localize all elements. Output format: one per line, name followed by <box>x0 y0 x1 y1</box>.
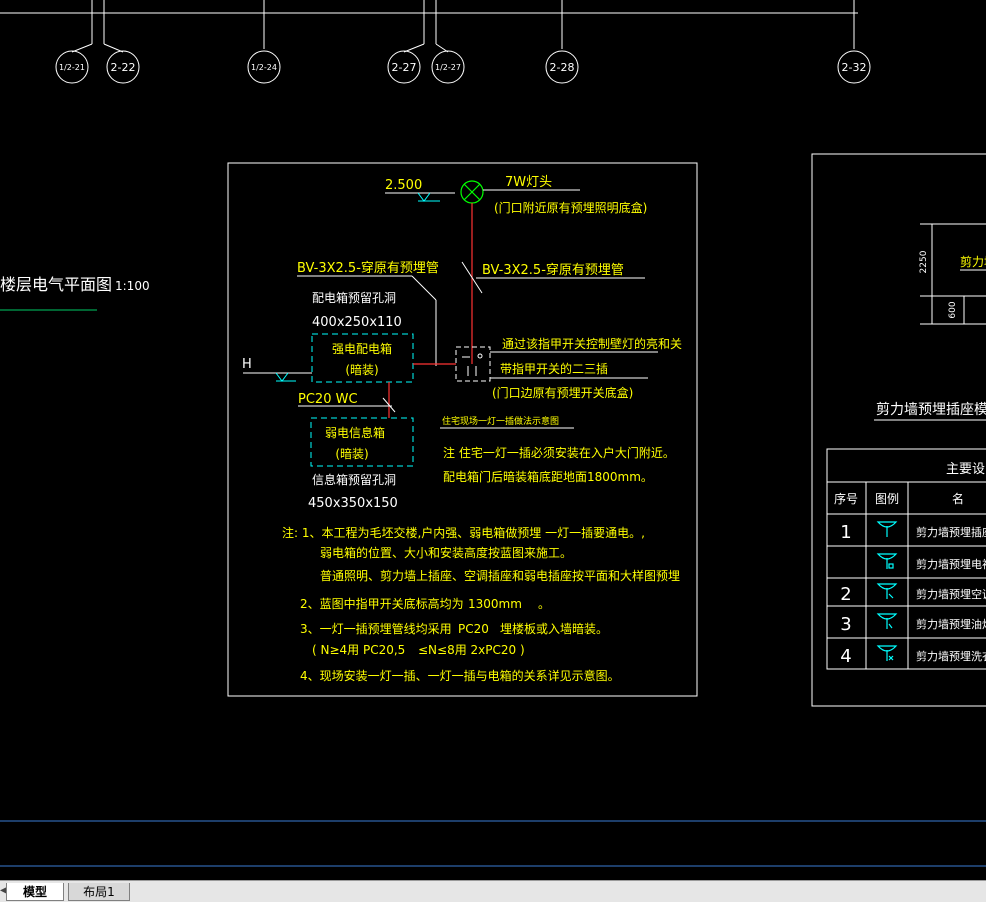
weak-box-mode: (暗装) <box>335 446 368 461</box>
switch-socket-symbol <box>455 346 491 382</box>
axis-label: 1/2-24 <box>251 63 277 72</box>
info-hole-label: 信息箱预留孔洞 <box>312 472 396 487</box>
socket-label: 剪力墙 <box>960 254 986 269</box>
legend-hood-socket-icon <box>876 613 898 629</box>
table-row-name: 剪力墙预埋洗衣 <box>916 649 986 663</box>
legend-washer-socket-icon <box>876 645 898 661</box>
switch-note-3: (门口边原有预埋开关底盒) <box>492 385 633 400</box>
weak-box-label: 弱电信息箱 <box>325 425 385 440</box>
level-h: H <box>242 357 252 372</box>
note-line: ( N≥4用 PC20,5 <box>312 643 405 657</box>
note-line: 普通照明、剪力墙上插座、空调插座和弱电插座按平面和大样图预埋 <box>320 568 680 583</box>
table-row-name: 剪力墙预埋油烟 <box>916 617 986 631</box>
table-header: 名 <box>952 491 964 506</box>
note-line: 2、蓝图中指甲开关底标高均为 <box>300 596 464 611</box>
wire-right-label: BV-3X2.5-穿原有预埋管 <box>482 262 624 278</box>
axis-label: 1/2-21 <box>59 63 85 72</box>
axis-label: 2-32 <box>842 61 867 74</box>
layout-tab-bar: ◀ 模型 布局1 <box>0 880 986 902</box>
model-title: 剪力墙预埋插座模型 <box>876 402 986 418</box>
install-note-1: 注 住宅一灯一插必须安装在入户大门附近。 <box>443 445 675 460</box>
cad-drawing: 1/2-21 2-22 1/2-24 2-27 1/2-27 2-28 2-32… <box>0 0 986 867</box>
axis-label: 1/2-27 <box>435 63 461 72</box>
strong-box-label: 强电配电箱 <box>332 341 392 356</box>
wire-left-label: BV-3X2.5-穿原有预埋管 <box>297 260 439 276</box>
lamp-label: 7W灯头 <box>505 175 552 190</box>
detail-frame <box>227 162 698 697</box>
legend-socket-icon <box>876 521 898 537</box>
switch-note-1: 通过该指甲开关控制壁灯的亮和关 <box>502 336 682 351</box>
elevation-top: 2.500 <box>385 178 422 193</box>
legend-tv-socket-icon <box>876 553 898 569</box>
tab-layout1[interactable]: 布局1 <box>68 883 130 901</box>
note-line: 埋楼板或入墙暗装。 <box>500 621 608 636</box>
axis-label: 2-27 <box>392 61 417 74</box>
note-value: 。 <box>538 597 550 611</box>
note-line: 弱电箱的位置、大小和安装高度按蓝图来施工。 <box>320 545 572 560</box>
table-row-name: 剪力墙预埋空调 <box>916 587 986 601</box>
dist-hole-label: 配电箱预留孔洞 <box>312 290 396 305</box>
drawing-title: 楼层电气平面图 <box>0 275 112 294</box>
table-row-no: 2 <box>840 584 851 605</box>
dist-hole-size: 400x250x110 <box>312 315 402 330</box>
pc20-label: PC20 WC <box>298 392 358 407</box>
tab-model[interactable]: 模型 <box>6 883 64 901</box>
note-line: 3、一灯一插预埋管线均采用 <box>300 621 452 636</box>
install-note-2: 配电箱门后暗装箱底距地面1800mm。 <box>443 469 653 484</box>
table-header: 序号 <box>834 491 858 506</box>
table-row-name: 剪力墙预埋插座 <box>916 525 986 539</box>
note-value: PC20 <box>458 622 489 636</box>
lamp-note: (门口附近原有预埋照明底盒) <box>494 200 647 215</box>
switch-note-2: 带指甲开关的二三插 <box>500 361 608 376</box>
table-row-no: 1 <box>840 522 851 543</box>
dim-600: 600 <box>948 301 958 318</box>
note-value: 1300mm <box>468 597 522 611</box>
strong-box-mode: (暗装) <box>345 362 378 377</box>
axis-label: 2-22 <box>111 61 136 74</box>
diagram-title: 住宅现场一灯一插做法示意图 <box>442 415 559 427</box>
axis-label: 2-28 <box>550 61 575 74</box>
legend-ac-socket-icon <box>876 583 898 599</box>
note-line: 4、现场安装一灯一插、一灯一插与电箱的关系详见示意图。 <box>300 668 620 683</box>
table-row-no: 4 <box>840 646 851 667</box>
info-hole-size: 450x350x150 <box>308 496 398 511</box>
note-line: ≤N≤8用 2xPC20 ) <box>418 643 525 657</box>
note-line: 注: 1、本工程为毛坯交楼,户内强、弱电箱做预埋 一灯一插要通电。, <box>282 525 645 540</box>
lamp-symbol <box>460 180 484 204</box>
table-title: 主要设 <box>946 462 985 477</box>
dim-2250: 2250 <box>919 250 929 273</box>
table-header: 图例 <box>875 492 899 506</box>
drawing-scale: 1:100 <box>115 279 150 293</box>
table-row-no: 3 <box>840 614 851 635</box>
table-row-name: 剪力墙预埋电视 <box>916 557 986 571</box>
drawing-canvas[interactable]: 1/2-21 2-22 1/2-24 2-27 1/2-27 2-28 2-32… <box>0 0 986 880</box>
